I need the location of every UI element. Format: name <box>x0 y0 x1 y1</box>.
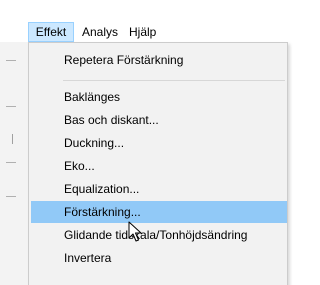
menu-item-equalization[interactable]: Equalization... <box>31 178 287 200</box>
menu-effekt[interactable]: Effekt <box>28 22 74 42</box>
menu-item-amplify[interactable]: Förstärkning... <box>31 201 287 223</box>
ruler-tick <box>6 162 16 163</box>
mouse-pointer-icon <box>128 221 142 242</box>
menu-item-bass-treble[interactable]: Bas och diskant... <box>31 109 287 131</box>
menu-bar: Effekt Analys Hjälp <box>0 22 279 42</box>
menu-hjalp[interactable]: Hjälp <box>129 22 156 42</box>
ruler-tick <box>6 60 16 61</box>
menu-item-echo[interactable]: Eko... <box>31 155 287 177</box>
menu-item-ducking[interactable]: Duckning... <box>31 132 287 154</box>
effekt-dropdown-menu: Repetera Förstärkning Baklänges Bas och … <box>28 42 288 285</box>
menu-item-reverse[interactable]: Baklänges <box>31 86 287 108</box>
ruler-tick <box>6 106 16 107</box>
menu-item-invert[interactable]: Invertera <box>31 247 287 269</box>
track-area-edge <box>0 42 29 285</box>
ruler-tick <box>6 196 16 197</box>
menu-item-repeat-effect[interactable]: Repetera Förstärkning <box>31 49 287 71</box>
ruler-tick <box>12 134 13 144</box>
app-window: Effekt Analys Hjälp Repetera Förstärknin… <box>0 0 288 285</box>
menu-item-time-pitch[interactable]: Glidande tidskala/Tonhöjdsändring <box>31 224 287 246</box>
menu-analys[interactable]: Analys <box>82 22 118 42</box>
menu-separator <box>63 80 285 81</box>
